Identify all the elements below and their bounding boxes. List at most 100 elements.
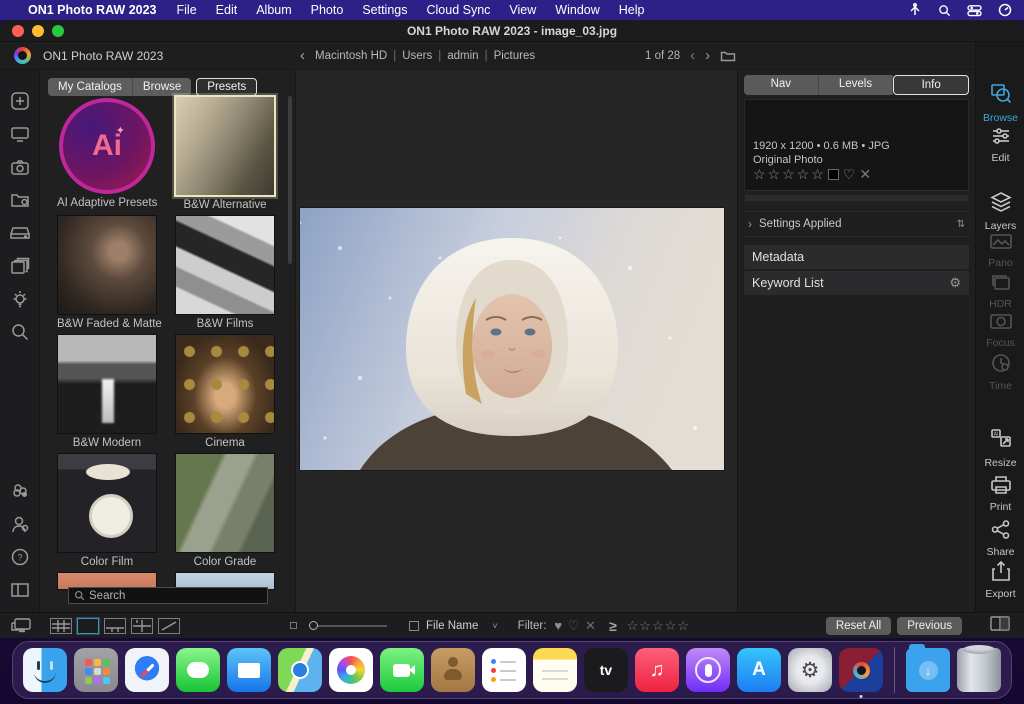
preset-bw-faded-matte[interactable]: B&W Faded & Matte	[57, 215, 157, 330]
menu-file[interactable]: File	[177, 3, 197, 17]
breadcrumb-pictures[interactable]: Pictures	[494, 50, 536, 62]
spotlight-icon[interactable]	[938, 4, 951, 17]
dock-trash[interactable]	[957, 648, 1001, 692]
module-layers[interactable]: Layers	[976, 190, 1024, 232]
view-filmstrip-button[interactable]	[104, 618, 126, 634]
search-rail-icon[interactable]	[9, 321, 31, 343]
rating-stars[interactable]: ☆☆☆☆☆	[753, 166, 826, 183]
presets-scrollbar[interactable]	[288, 96, 292, 264]
module-export[interactable]: Export	[976, 560, 1024, 600]
tab-levels[interactable]: Levels	[819, 75, 894, 95]
camera-icon[interactable]	[9, 156, 31, 178]
dock-safari[interactable]	[125, 648, 169, 692]
menu-edit[interactable]: Edit	[216, 3, 238, 17]
view-map-button[interactable]	[158, 618, 180, 634]
reject-x-icon[interactable]: ✕	[859, 166, 871, 183]
color-label-chip[interactable]	[828, 169, 839, 180]
module-browse[interactable]: Browse	[976, 82, 1024, 124]
view-grid-button[interactable]	[50, 618, 72, 634]
thumbnail-size-slider[interactable]	[309, 625, 387, 627]
sort-chevron-icon[interactable]: ˅	[492, 621, 497, 631]
siri-clock-icon[interactable]	[998, 3, 1012, 17]
menu-window[interactable]: Window	[555, 3, 599, 17]
dock-tv[interactable]: tv	[584, 648, 628, 692]
menu-cloud-sync[interactable]: Cloud Sync	[426, 3, 490, 17]
dock-notes[interactable]	[533, 648, 577, 692]
filter-rejected-icon[interactable]: ✕	[585, 618, 597, 633]
drive-icon[interactable]	[9, 222, 31, 244]
preset-bw-alternative[interactable]: B&W Alternative	[175, 96, 275, 211]
rating-gte-icon[interactable]: ≥	[609, 618, 617, 634]
module-focus[interactable]: Focus	[976, 312, 1024, 349]
module-print[interactable]: Print	[976, 474, 1024, 513]
dock-system-settings[interactable]: ⚙	[788, 648, 832, 692]
disclosure-icon[interactable]: ›	[748, 217, 752, 231]
dock-contacts[interactable]	[431, 648, 475, 692]
menu-help[interactable]: Help	[619, 3, 645, 17]
previous-photo-icon[interactable]: ‹	[690, 47, 695, 64]
albums-icon[interactable]	[9, 255, 31, 277]
settings-applied-row[interactable]: › Settings Applied ⇅	[744, 211, 969, 237]
tab-browse[interactable]: Browse	[133, 78, 191, 96]
cloud-folder-icon[interactable]	[9, 189, 31, 211]
module-time[interactable]: Time	[976, 352, 1024, 392]
module-resize[interactable]: AI Resize	[976, 427, 1024, 469]
preset-search[interactable]	[68, 587, 268, 604]
module-share[interactable]: Share	[976, 519, 1024, 558]
view-detail-button[interactable]	[77, 618, 99, 634]
preset-ai-adaptive[interactable]: Ai ✦ AI Adaptive Presets	[57, 96, 157, 209]
metadata-section-header[interactable]: Metadata	[744, 245, 969, 269]
computer-icon[interactable]	[9, 123, 31, 145]
previous-button[interactable]: Previous	[897, 617, 962, 635]
tab-info[interactable]: Info	[893, 75, 969, 95]
search-input[interactable]	[89, 590, 259, 602]
title-bar[interactable]: ON1 Photo RAW 2023 - image_03.jpg	[0, 20, 1024, 42]
next-photo-icon[interactable]: ›	[705, 47, 710, 64]
stepper-icon[interactable]: ⇅	[957, 219, 965, 230]
breadcrumb-admin[interactable]: admin	[447, 50, 478, 62]
dock-facetime[interactable]	[380, 648, 424, 692]
selected-photo[interactable]	[300, 208, 724, 470]
tab-presets[interactable]: Presets	[196, 78, 257, 96]
preset-color-film[interactable]: Color Film	[57, 453, 157, 568]
keyword-list-section-header[interactable]: Keyword List ⚙	[744, 271, 969, 295]
filter-stars[interactable]: ☆☆☆☆☆	[627, 618, 690, 634]
reset-all-button[interactable]: Reset All	[826, 617, 891, 635]
breadcrumb-back-icon[interactable]: ‹	[300, 47, 305, 64]
menu-settings[interactable]: Settings	[362, 3, 407, 17]
menu-album[interactable]: Album	[256, 3, 291, 17]
preset-color-grade[interactable]: Color Grade	[175, 453, 275, 568]
menu-photo[interactable]: Photo	[311, 3, 344, 17]
dock-maps[interactable]	[278, 648, 322, 692]
dock-on1-photo-raw[interactable]	[839, 648, 883, 692]
module-pano[interactable]: Pano	[976, 232, 1024, 269]
view-compare-button[interactable]	[131, 618, 153, 634]
control-center-icon[interactable]	[967, 4, 982, 17]
status-antenna-icon[interactable]	[908, 3, 922, 17]
add-catalog-icon[interactable]	[9, 90, 31, 112]
app-menu-title[interactable]: ON1 Photo RAW 2023	[28, 3, 157, 17]
preset-cinema[interactable]: Cinema	[175, 334, 275, 449]
smart-bulb-icon[interactable]	[9, 288, 31, 310]
filter-not-liked-icon[interactable]: ♡	[568, 618, 581, 633]
menu-view[interactable]: View	[509, 3, 536, 17]
module-edit[interactable]: Edit	[976, 126, 1024, 164]
dock-music[interactable]: ♫	[635, 648, 679, 692]
gear-icon[interactable]: ⚙	[949, 275, 961, 291]
tab-my-catalogs[interactable]: My Catalogs	[48, 78, 133, 96]
like-heart-icon[interactable]: ♡	[843, 166, 856, 183]
dock-photos[interactable]	[329, 648, 373, 692]
help-icon[interactable]: ?	[9, 546, 31, 568]
preset-bw-films[interactable]: B&W Films	[175, 215, 275, 330]
tab-nav[interactable]: Nav	[744, 75, 819, 95]
module-hdr[interactable]: HDR	[976, 272, 1024, 310]
breadcrumb-users[interactable]: Users	[402, 50, 432, 62]
filter-liked-icon[interactable]: ♥	[554, 618, 563, 633]
sync-status-icon[interactable]	[9, 480, 31, 502]
account-icon[interactable]	[9, 513, 31, 535]
dock-downloads[interactable]	[906, 648, 950, 692]
preset-bw-modern[interactable]: B&W Modern	[57, 334, 157, 449]
folder-icon[interactable]	[720, 49, 736, 62]
dock-mail[interactable]	[227, 648, 271, 692]
file-name-checkbox[interactable]	[409, 621, 419, 631]
